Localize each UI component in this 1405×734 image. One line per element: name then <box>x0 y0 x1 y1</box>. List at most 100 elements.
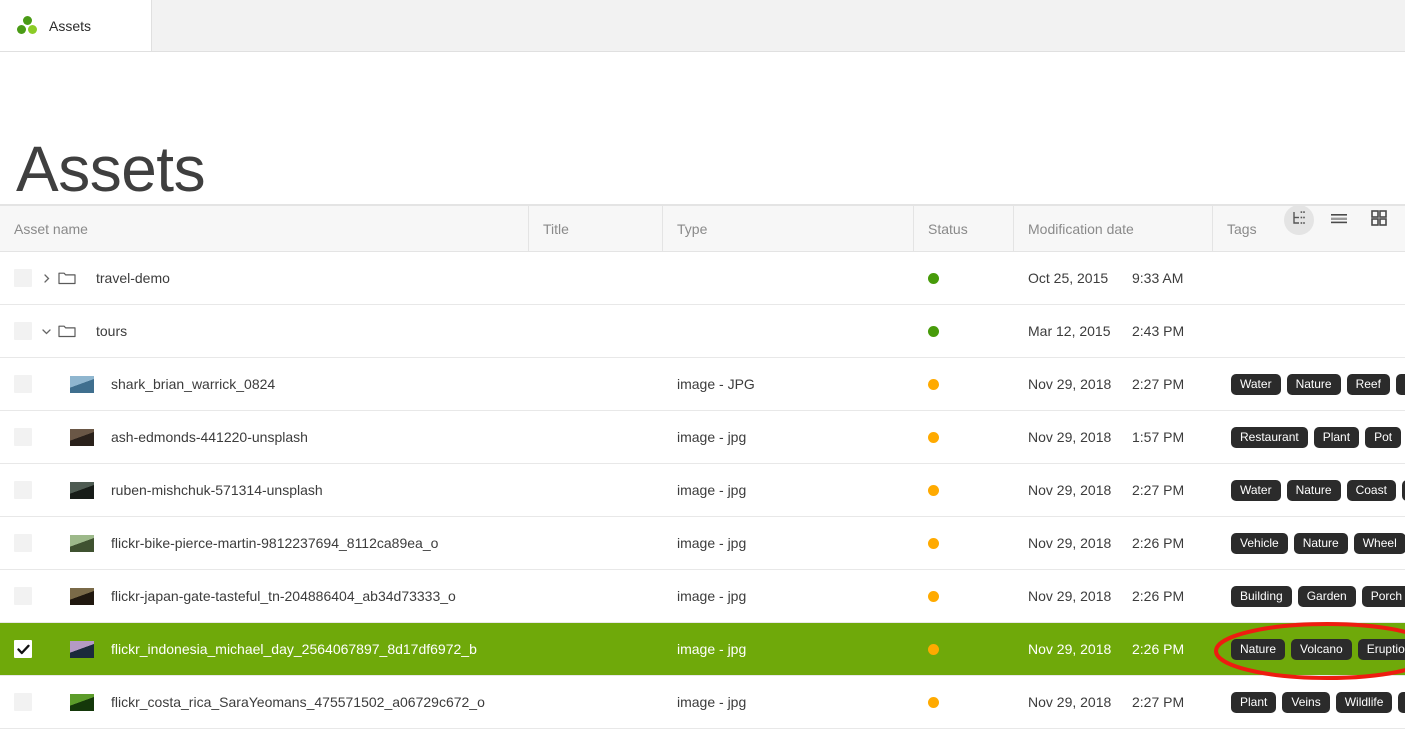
cell-modification-date: Oct 25, 2015 9:33 AM <box>1014 252 1213 304</box>
tag-pill[interactable]: F <box>1398 691 1405 713</box>
cell-status <box>914 411 1014 463</box>
tag-pill[interactable]: An <box>1395 373 1405 395</box>
table-row[interactable]: shark_brian_warrick_0824 image - JPG Nov 2… <box>0 358 1405 411</box>
cell-title <box>529 305 663 357</box>
chevron-right-icon[interactable] <box>36 273 56 284</box>
tag-pill[interactable]: Reef <box>1346 373 1390 395</box>
modification-time-value: 2:26 PM <box>1132 588 1185 604</box>
modification-date-value: Oct 25, 2015 <box>1028 270 1109 286</box>
status-dot <box>928 643 939 655</box>
tag-pill[interactable]: Eruption <box>1357 638 1405 660</box>
cell-status <box>914 676 1014 728</box>
type-value: image - jpg <box>677 429 747 445</box>
tag-pill[interactable]: Building <box>1231 585 1292 607</box>
table-row[interactable]: flickr_indonesia_michael_day_2564067897_… <box>0 623 1405 676</box>
tag-pill[interactable]: Pot <box>1365 426 1402 448</box>
table-body: travel-demo Oct 25, 2015 9:33 AM tours Mar 1… <box>0 252 1405 729</box>
asset-thumbnail <box>70 375 94 393</box>
folder-icon <box>58 271 76 285</box>
cell-modification-date: Nov 29, 2018 2:27 PM <box>1014 358 1213 410</box>
modification-time-value: 2:43 PM <box>1132 323 1185 339</box>
column-header-type[interactable]: Type <box>663 206 914 251</box>
tag-pill[interactable]: Porch <box>1361 585 1405 607</box>
cell-asset-name: flickr-bike-pierce-martin-9812237694_811… <box>0 517 529 569</box>
tag-pill[interactable]: Garden <box>1297 585 1356 607</box>
tag-pill[interactable]: Water <box>1231 479 1281 501</box>
tree-view-toggle[interactable] <box>1284 205 1314 235</box>
row-checkbox[interactable] <box>14 481 32 499</box>
asset-name-label: shark_brian_warrick_0824 <box>111 376 276 392</box>
chevron-down-icon[interactable] <box>36 326 56 337</box>
type-value: image - jpg <box>677 588 747 604</box>
status-dot <box>928 537 939 549</box>
asset-thumbnail <box>70 428 94 446</box>
cell-type: image - jpg <box>663 623 914 675</box>
list-view-toggle[interactable] <box>1324 205 1354 235</box>
cell-status <box>914 570 1014 622</box>
cell-asset-name: flickr_costa_rica_SaraYeomans_475571502_… <box>0 676 529 728</box>
folder-icon <box>58 324 76 338</box>
tag-pill[interactable]: Water <box>1231 373 1281 395</box>
cell-status <box>914 305 1014 357</box>
tag-pill[interactable]: Volcano <box>1291 638 1352 660</box>
asset-name-label: flickr_costa_rica_SaraYeomans_475571502_… <box>111 694 485 710</box>
cell-tags: Building Garden Porch <box>1213 570 1405 622</box>
grid-view-toggle[interactable] <box>1364 205 1394 235</box>
row-checkbox[interactable] <box>14 534 32 552</box>
modification-date-value: Nov 29, 2018 <box>1028 429 1112 445</box>
table-row[interactable]: tours Mar 12, 2015 2:43 PM <box>0 305 1405 358</box>
modification-date-value: Nov 29, 2018 <box>1028 588 1112 604</box>
table-row[interactable]: travel-demo Oct 25, 2015 9:33 AM <box>0 252 1405 305</box>
cell-type: image - JPG <box>663 358 914 410</box>
tag-pill[interactable]: Restaurant <box>1231 426 1308 448</box>
row-checkbox[interactable] <box>14 428 32 446</box>
table-row[interactable]: flickr_costa_rica_SaraYeomans_475571502_… <box>0 676 1405 729</box>
tag-pill[interactable]: Vehicle <box>1231 532 1288 554</box>
column-header-modification-date[interactable]: Modification date <box>1014 206 1213 251</box>
asset-name-label: ash-edmonds-441220-unsplash <box>111 429 308 445</box>
column-header-asset-name[interactable]: Asset name <box>0 206 529 251</box>
cell-modification-date: Nov 29, 2018 2:26 PM <box>1014 623 1213 675</box>
tag-pill[interactable]: Nature <box>1286 373 1341 395</box>
cell-asset-name: flickr-japan-gate-tasteful_tn-204886404_… <box>0 570 529 622</box>
modification-date-value: Nov 29, 2018 <box>1028 535 1112 551</box>
cell-tags: Vehicle Nature Wheel <box>1213 517 1405 569</box>
row-checkbox[interactable] <box>14 640 32 658</box>
status-dot <box>928 484 939 496</box>
tag-pill[interactable]: Veins <box>1282 691 1330 713</box>
table-row[interactable]: flickr-bike-pierce-martin-9812237694_811… <box>0 517 1405 570</box>
column-header-title[interactable]: Title <box>529 206 663 251</box>
cell-modification-date: Nov 29, 2018 2:27 PM <box>1014 676 1213 728</box>
cell-tags <box>1213 252 1405 304</box>
cell-title <box>529 570 663 622</box>
column-header-status[interactable]: Status <box>914 206 1014 251</box>
asset-name-label: flickr-bike-pierce-martin-9812237694_811… <box>111 535 439 551</box>
tag-pill[interactable]: Plant <box>1231 691 1277 713</box>
table-row[interactable]: flickr-japan-gate-tasteful_tn-204886404_… <box>0 570 1405 623</box>
row-checkbox[interactable] <box>14 375 32 393</box>
cell-type <box>663 305 914 357</box>
status-dot <box>928 696 939 708</box>
modification-time-value: 2:27 PM <box>1132 482 1185 498</box>
cell-title <box>529 464 663 516</box>
asset-thumbnail <box>70 534 94 552</box>
grid-view-icon <box>1371 209 1387 231</box>
tag-pill[interactable]: Wildlife <box>1335 691 1393 713</box>
tag-pill[interactable]: Coast <box>1346 479 1396 501</box>
modification-time-value: 2:26 PM <box>1132 535 1185 551</box>
tag-pill[interactable]: Wheel <box>1353 532 1405 554</box>
table-row[interactable]: ash-edmonds-441220-unsplash image - jpg No… <box>0 411 1405 464</box>
tag-pill[interactable]: Nature <box>1293 532 1348 554</box>
row-checkbox[interactable] <box>14 269 32 287</box>
table-row[interactable]: ruben-mishchuk-571314-unsplash image - jp… <box>0 464 1405 517</box>
row-checkbox[interactable] <box>14 587 32 605</box>
cell-type: image - jpg <box>663 464 914 516</box>
row-checkbox[interactable] <box>14 322 32 340</box>
cell-type: image - jpg <box>663 411 914 463</box>
cell-asset-name: travel-demo <box>0 252 529 304</box>
tag-pill[interactable]: Nature <box>1286 479 1341 501</box>
row-checkbox[interactable] <box>14 693 32 711</box>
tab-assets[interactable]: Assets <box>0 0 152 51</box>
tag-pill[interactable]: Nature <box>1231 638 1286 660</box>
tag-pill[interactable]: Plant <box>1313 426 1360 448</box>
